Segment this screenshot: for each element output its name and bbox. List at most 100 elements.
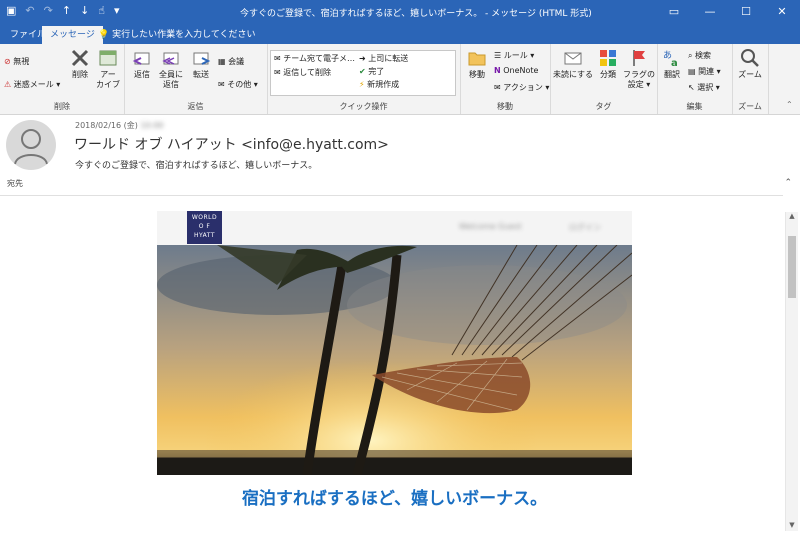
message-time: 10:00: [140, 121, 164, 130]
tab-message[interactable]: メッセージ: [42, 26, 103, 44]
scroll-down-icon[interactable]: ▼: [786, 521, 798, 531]
actions-icon: ✉: [494, 83, 501, 92]
email-nav-login[interactable]: ログイン: [569, 222, 601, 233]
junk-icon: ⚠: [4, 80, 12, 89]
ribbon-tabs: ファイル メッセージ 💡 実行したい作業を入力してください: [0, 24, 800, 44]
close-button[interactable]: ✕: [764, 0, 800, 24]
next-item-icon[interactable]: ↓: [80, 4, 89, 18]
svg-text:a: a: [671, 58, 678, 68]
message-scrollbar[interactable]: ▲ ▼: [785, 212, 798, 531]
cursor-icon: ↖: [688, 83, 695, 92]
tell-me-box[interactable]: 💡 実行したい作業を入力してください: [98, 26, 256, 44]
folder-move-icon: [468, 52, 486, 66]
quick-step-done[interactable]: ✔ 完了: [359, 66, 384, 77]
search-icon: ⌕: [688, 51, 693, 60]
touch-mode-icon[interactable]: ☝: [98, 4, 105, 18]
flag-icon: [633, 50, 645, 66]
categorize-icon: [600, 50, 616, 66]
minimize-button[interactable]: —: [692, 0, 728, 24]
previous-item-icon[interactable]: ↑: [62, 4, 71, 18]
title-bar: ▣ ↶ ↷ ↑ ↓ ☝ ▾ 今すぐのご登録で、宿泊すればするほど、嬉しいボーナス…: [0, 0, 800, 24]
related-button[interactable]: ▤ 関連 ▾: [688, 66, 721, 77]
quick-step-reply-delete[interactable]: ✉ 返信して削除: [274, 67, 331, 78]
forward-button[interactable]: 転送: [186, 48, 216, 80]
onenote-button[interactable]: N OneNote: [494, 66, 538, 75]
group-delete: ⊘ 無視 ⚠ 迷惑メール ▾ 削除 アー カイブ 削除: [0, 44, 125, 114]
categorize-button[interactable]: 分類: [594, 48, 622, 80]
save-icon[interactable]: ▣: [6, 4, 16, 18]
email-headline: 宿泊すればするほど、嬉しいボーナス。: [241, 489, 548, 509]
rules-button[interactable]: ☰ ルール ▾: [494, 50, 534, 61]
group-label-tags: タグ: [595, 102, 612, 111]
email-nav-welcome[interactable]: Welcome Guest: [459, 222, 522, 231]
delete-icon: [71, 49, 89, 67]
message-date: 2018/02/16 (金) 10:00: [75, 121, 164, 130]
group-move: 移動 ☰ ルール ▾ N OneNote ✉ アクション ▾ 移動: [460, 44, 551, 114]
scroll-up-icon[interactable]: ▲: [786, 212, 798, 222]
meeting-button[interactable]: ▦ 会議: [218, 56, 244, 67]
translate-icon: あa: [663, 50, 678, 68]
hyatt-logo[interactable]: WORLD O F HYATT: [187, 211, 222, 244]
ignore-icon: ⊘: [4, 57, 11, 66]
mark-unread-button[interactable]: 未読にする: [552, 48, 594, 80]
archive-icon: [99, 50, 117, 66]
team-email-icon: ✉: [274, 54, 281, 63]
onenote-icon: N: [494, 66, 501, 75]
message-subject: 今すぐのご登録で、宿泊すればするほど、嬉しいボーナス。: [75, 161, 318, 171]
actions-button[interactable]: ✉ アクション ▾: [494, 82, 549, 93]
junk-button[interactable]: ⚠ 迷惑メール ▾: [4, 79, 60, 90]
find-button[interactable]: ⌕ 検索: [688, 50, 711, 61]
collapse-header-icon[interactable]: ⌃: [784, 178, 792, 188]
maximize-button[interactable]: ☐: [728, 0, 764, 24]
move-button[interactable]: 移動: [463, 48, 491, 80]
redo-icon[interactable]: ↷: [44, 4, 53, 18]
quick-steps-gallery: ✉ チーム宛て電子メ… ✉ 返信して削除 ➜ 上司に転送 ✔ 完了 ⚡ 新規作成: [270, 50, 456, 96]
lightning-icon: ⚡: [359, 80, 365, 89]
group-label-delete: 削除: [54, 102, 70, 111]
hero-image-hammock-beach[interactable]: [157, 245, 632, 475]
quick-access-toolbar: ▣ ↶ ↷ ↑ ↓ ☝ ▾: [6, 4, 120, 18]
reply-icon: [132, 52, 150, 65]
check-icon: ✔: [359, 67, 366, 76]
archive-button[interactable]: アー カイブ: [94, 48, 122, 90]
reply-button[interactable]: 返信: [128, 48, 156, 80]
collapse-ribbon-icon[interactable]: ⌃: [786, 100, 793, 109]
customize-qat-icon[interactable]: ▾: [114, 4, 120, 18]
reply-delete-icon: ✉: [274, 68, 281, 77]
rules-icon: ☰: [494, 51, 502, 60]
quick-step-create-new[interactable]: ⚡ 新規作成: [359, 79, 399, 90]
undo-icon[interactable]: ↶: [25, 4, 34, 18]
group-label-editing: 編集: [686, 102, 703, 111]
more-respond-button[interactable]: ✉ その他 ▾: [218, 79, 258, 90]
email-header-bar: WORLD O F HYATT Welcome Guest ログイン: [157, 211, 632, 245]
group-tags: 未読にする 分類 フラグの 設定 ▾ タグ: [550, 44, 658, 114]
quick-step-to-manager[interactable]: ➜ 上司に転送: [359, 53, 408, 64]
reply-all-icon: [162, 52, 179, 65]
group-editing: あa 翻訳 ⌕ 検索 ▤ 関連 ▾ ↖ 選択 ▾ 編集: [657, 44, 733, 114]
delete-button[interactable]: 削除: [66, 48, 94, 80]
translate-button[interactable]: あa 翻訳: [659, 48, 685, 80]
quick-step-team-email[interactable]: ✉ チーム宛て電子メ…: [274, 53, 355, 64]
ribbon: ⊘ 無視 ⚠ 迷惑メール ▾ 削除 アー カイブ 削除 返信 全員に 返信 転送 ▦…: [0, 44, 800, 115]
group-label-respond: 返信: [187, 102, 204, 111]
sender-name[interactable]: ワールド オブ ハイアット <info@e.hyatt.com>: [74, 134, 389, 154]
to-label: 宛先: [7, 179, 23, 188]
scroll-thumb[interactable]: [788, 236, 796, 298]
window-title: 今すぐのご登録で、宿泊すればするほど、嬉しいボーナス。 - メッセージ (HTM…: [240, 9, 592, 19]
reply-all-button[interactable]: 全員に 返信: [156, 48, 186, 90]
header-divider: [0, 195, 783, 196]
zoom-button[interactable]: ズーム: [735, 48, 765, 80]
follow-up-button[interactable]: フラグの 設定 ▾: [622, 48, 656, 90]
ignore-button[interactable]: ⊘ 無視: [4, 56, 29, 67]
group-label-quick-steps: クイック操作: [339, 102, 388, 111]
person-icon: [14, 129, 48, 165]
lightbulb-icon: 💡: [98, 30, 110, 40]
email-body: WORLD O F HYATT Welcome Guest ログイン 宿泊すれば…: [157, 211, 632, 533]
group-label-zoom: ズーム: [738, 102, 762, 111]
envelope-icon: [564, 52, 582, 65]
select-button[interactable]: ↖ 選択 ▾: [688, 82, 720, 93]
ribbon-display-options-icon[interactable]: ▭: [656, 0, 692, 24]
group-zoom: ズーム ズーム: [732, 44, 769, 114]
avatar[interactable]: [6, 120, 56, 170]
message-header: 2018/02/16 (金) 10:00 ワールド オブ ハイアット <info…: [0, 115, 800, 195]
